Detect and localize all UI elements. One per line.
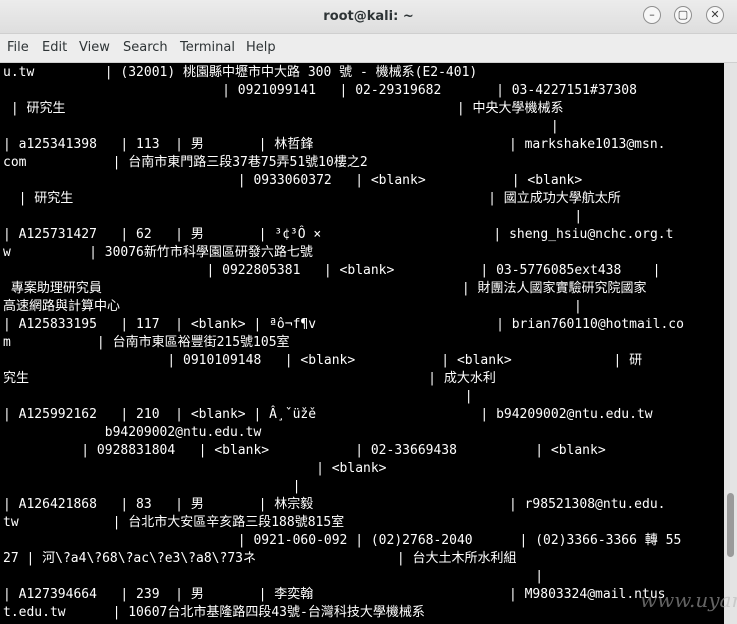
terminal-line: 專案助理研究員 | 財團法人國家實驗研究院國家 [3,281,647,296]
menu-bar: File Edit View Search Terminal Help [0,34,737,63]
terminal-line: w | 30076新竹市科學園區研發六路七號 [3,245,313,260]
terminal-line: com | 台南市東門路三段37巷75弄51號10樓之2 [3,155,368,170]
terminal-line: m | 台南市東區裕豐街215號105室 [3,335,290,350]
maximize-icon[interactable]: ▢ [674,6,692,24]
window-title: root@kali: ~ [323,9,414,24]
terminal-output[interactable]: u.tw | (32001) 桃園縣中壢市中大路 300 號 - 機械系(E2-… [0,63,724,624]
menu-help[interactable]: Help [246,40,276,55]
terminal-line: | 0910109148 | <blank> | <blank> | 研 [3,353,643,368]
terminal-window: root@kali: ~ – ▢ ✕ File Edit View Search… [0,0,737,624]
terminal-line: | [3,389,473,404]
terminal-line: tw | 台北市大安區辛亥路三段188號815室 [3,515,345,530]
terminal-line: t.edu.tw | 10607台北市基隆路四段43號-台灣科技大學機械系 [3,605,425,620]
terminal-line: | [3,209,583,224]
terminal-line: b94209002@ntu.edu.tw [3,425,262,440]
menu-search[interactable]: Search [123,40,168,55]
terminal-line: | a125341398 | 113 | 男 | 林哲鋒 | markshake… [3,137,666,152]
terminal-line: | A125992162 | 210 | <blank> | Â¸ˇüžě | … [3,407,653,422]
terminal-line: | 0922805381 | <blank> | 03-5776085ext43… [3,263,661,278]
terminal-line: | [3,569,544,584]
terminal-line: | 研究生 | 國立成功大學航太所 [3,191,621,206]
minimize-icon[interactable]: – [643,6,661,24]
vertical-scrollbar[interactable] [724,63,737,624]
terminal-line: | 研究生 | 中央大學機械系 [3,101,564,116]
scrollbar-thumb[interactable] [727,493,734,557]
terminal-line: 27 | 河\?a4\?68\?ac\?e3\?a8\?73ネ | 台大土木所水… [3,551,517,566]
terminal-line: | [3,479,301,494]
terminal-line: | A125833195 | 117 | <blank> | ªô¬f¶v | … [3,317,684,332]
menu-view[interactable]: View [79,40,110,55]
terminal-line: 高速網路與計算中心 | [3,299,582,314]
terminal-line: 究生 | 成大水利 [3,371,496,386]
menu-file[interactable]: File [7,40,29,55]
terminal-line: | A127394664 | 239 | 男 | 李奕翰 | M9803324@… [3,587,666,602]
menu-edit[interactable]: Edit [42,40,67,55]
terminal-line: | 0921-060-092 | (02)2768-2040 | (02)336… [3,533,682,548]
title-bar[interactable]: root@kali: ~ – ▢ ✕ [0,0,737,34]
terminal-line: u.tw | (32001) 桃園縣中壢市中大路 300 號 - 機械系(E2-… [3,65,478,80]
terminal-line: | A126421868 | 83 | 男 | 林宗毅 | r98521308@… [3,497,666,512]
terminal-line: | 0933060372 | <blank> | <blank> [3,173,583,188]
close-icon[interactable]: ✕ [706,6,724,24]
terminal-line: | <blank> [3,461,387,476]
terminal-line: | 0921099141 | 02-29319682 | 03-4227151#… [3,83,637,98]
watermark-text: www.uyan.org [640,588,737,612]
terminal-line: | 0928831804 | <blank> | 02-33669438 | <… [3,443,606,458]
menu-terminal[interactable]: Terminal [180,40,235,55]
terminal-line: | A125731427 | 62 | 男 | ³¢³Ô × | sheng_h… [3,227,674,242]
terminal-line: | [3,119,559,134]
